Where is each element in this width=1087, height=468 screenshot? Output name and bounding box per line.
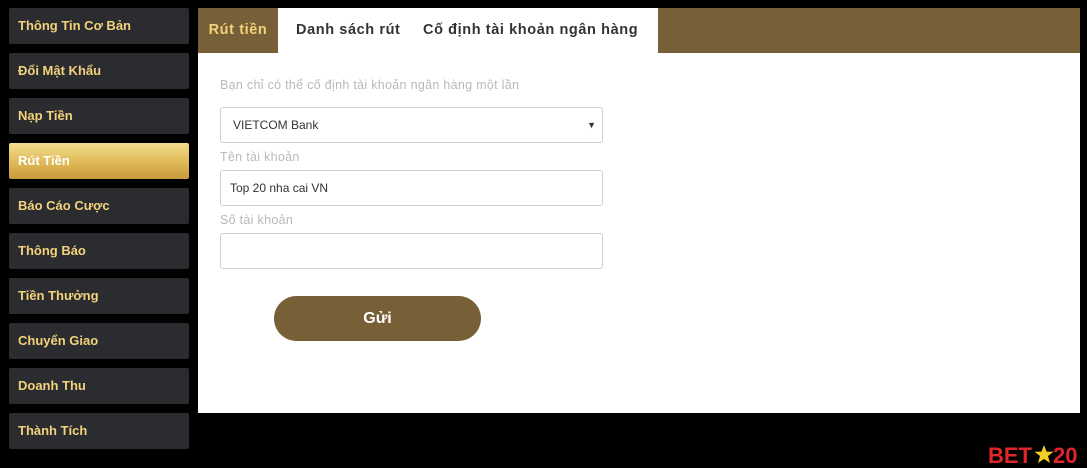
bet20-logo: BET 20	[988, 443, 1077, 466]
tab-withdraw[interactable]: Rút tiền	[198, 8, 278, 53]
sidebar-item-bet-report[interactable]: Báo Cáo Cược	[9, 188, 189, 224]
sidebar-item-deposit[interactable]: Nạp Tiền	[9, 98, 189, 134]
tab-bar: Rút tiền Danh sách rút Cố định tài khoản…	[198, 8, 1080, 53]
sidebar-item-transfer[interactable]: Chuyển Giao	[9, 323, 189, 359]
account-name-value: Top 20 nha cai VN	[230, 181, 329, 195]
page-root: Thông Tin Cơ Bản Đổi Mật Khẩu Nạp Tiền R…	[0, 0, 1087, 468]
tab-group-white: Danh sách rút Cố định tài khoản ngân hàn…	[278, 8, 658, 53]
star-icon	[1034, 445, 1054, 463]
account-number-input[interactable]	[220, 233, 603, 269]
bank-select[interactable]: VIETCOM Bank ▼	[220, 107, 603, 143]
sidebar-item-achievements[interactable]: Thành Tích	[9, 413, 189, 449]
sidebar-item-basic-info[interactable]: Thông Tin Cơ Bản	[9, 8, 189, 44]
bank-fix-hint: Bạn chỉ có thể cố định tài khoản ngân hà…	[220, 78, 520, 92]
sidebar-item-bonus[interactable]: Tiền Thưởng	[9, 278, 189, 314]
tab-fix-bank-account[interactable]: Cố định tài khoản ngân hàng	[423, 8, 638, 52]
submit-button[interactable]: Gửi	[274, 296, 481, 341]
chevron-down-icon: ▼	[587, 120, 596, 130]
sidebar-item-revenue[interactable]: Doanh Thu	[9, 368, 189, 404]
sidebar-item-withdraw[interactable]: Rút Tiền	[9, 143, 189, 179]
account-number-label: Số tài khoản	[220, 213, 294, 227]
sidebar-menu: Thông Tin Cơ Bản Đổi Mật Khẩu Nạp Tiền R…	[9, 8, 189, 458]
account-name-input[interactable]: Top 20 nha cai VN	[220, 170, 603, 206]
logo-text-20: 20	[1053, 443, 1077, 466]
sidebar-item-change-password[interactable]: Đổi Mật Khẩu	[9, 53, 189, 89]
bank-select-value: VIETCOM Bank	[233, 118, 319, 132]
account-name-label: Tên tài khoản	[220, 150, 300, 164]
withdraw-panel: Rút tiền Danh sách rút Cố định tài khoản…	[198, 8, 1080, 413]
sidebar-item-notifications[interactable]: Thông Báo	[9, 233, 189, 269]
logo-text-bet: BET	[988, 443, 1033, 466]
tab-withdraw-list[interactable]: Danh sách rút	[296, 8, 401, 52]
